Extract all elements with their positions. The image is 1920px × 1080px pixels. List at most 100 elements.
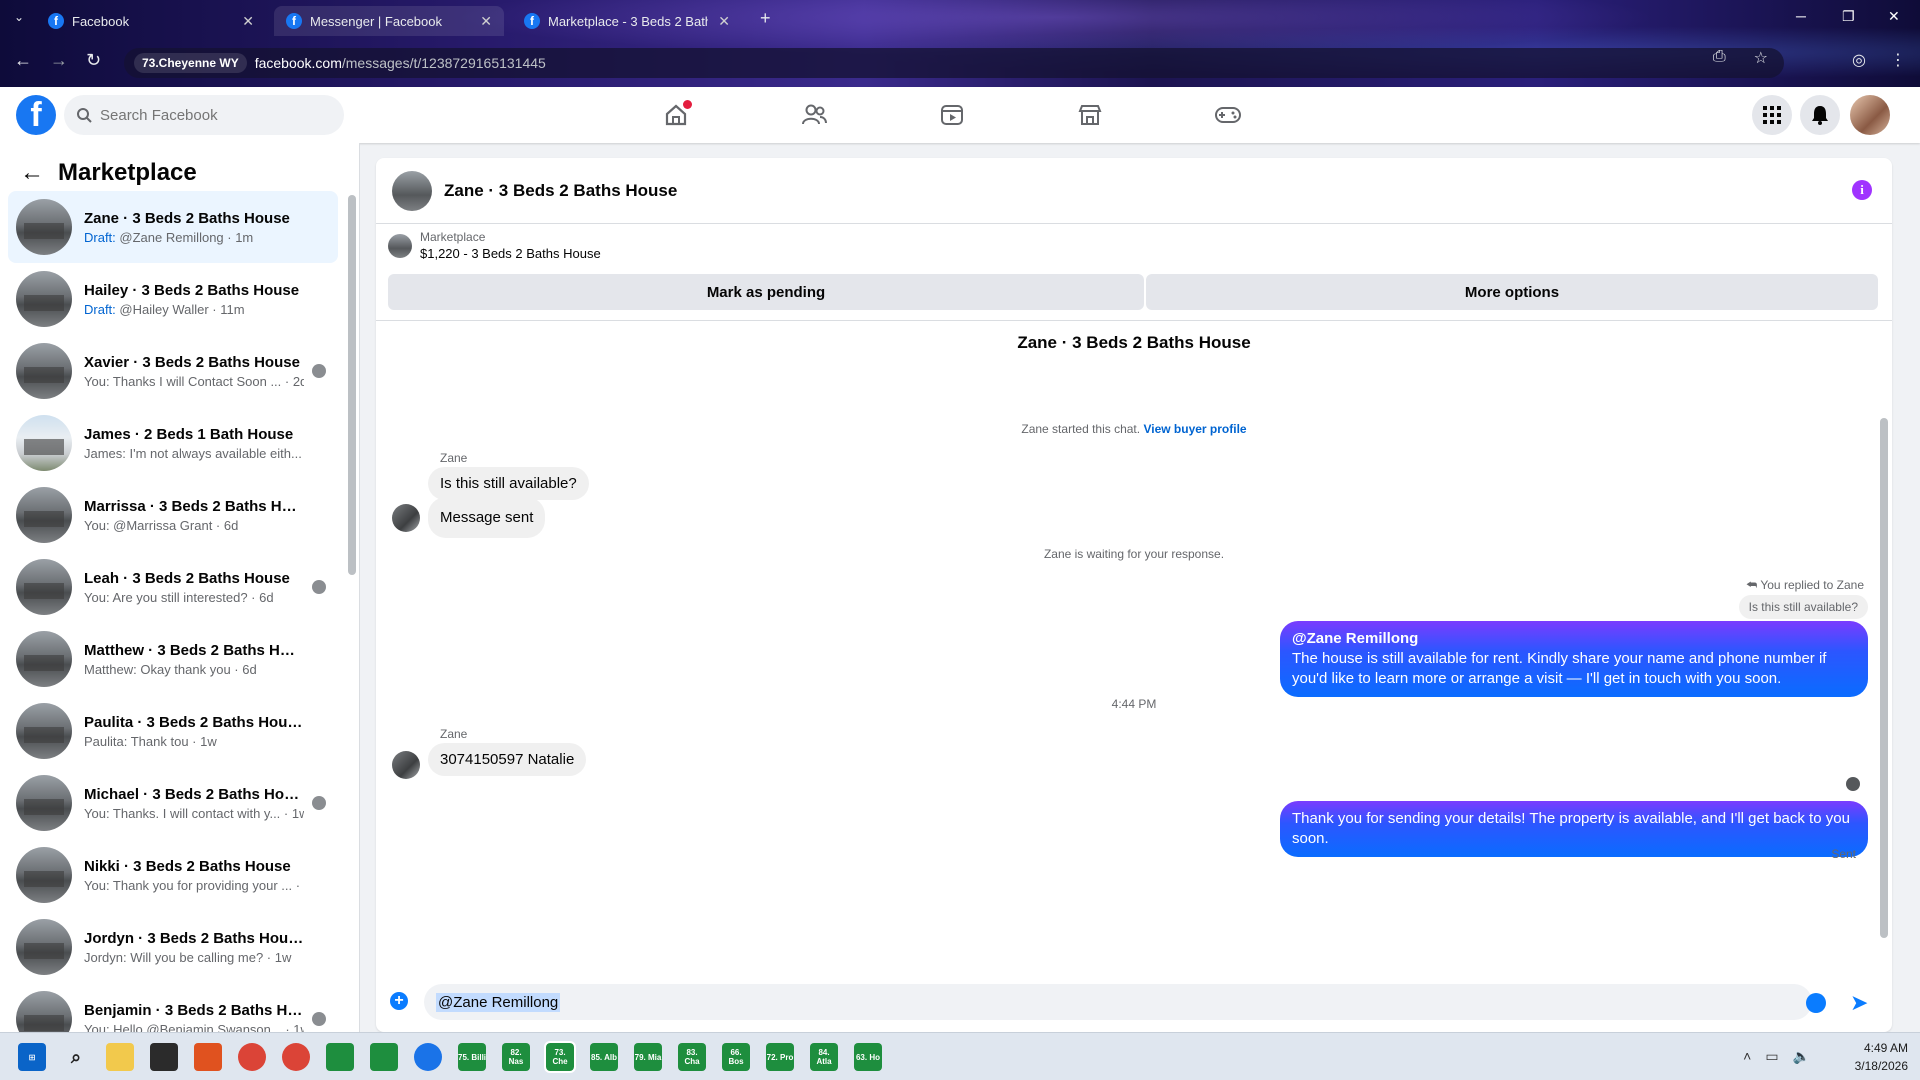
listing-summary[interactable]: Marketplace $1,220 - 3 Beds 2 Baths Hous… — [388, 230, 601, 261]
message-input[interactable]: @Zane Remillong — [424, 984, 1812, 1020]
address-bar[interactable]: 73.Cheyenne WY facebook.com/messages/t/1… — [124, 48, 1784, 78]
tab-messenger[interactable]: f Messenger | Facebook ✕ — [274, 6, 504, 36]
mention[interactable]: @Zane Remillong — [1292, 629, 1856, 649]
back-arrow-icon[interactable]: ← — [20, 159, 44, 187]
outgoing-message[interactable]: @Zane Remillong The house is still avail… — [1280, 621, 1868, 697]
restore-icon[interactable]: ❐ — [1842, 8, 1855, 25]
back-icon[interactable]: ← — [14, 50, 32, 71]
start-icon[interactable]: ⊞ — [18, 1043, 46, 1071]
conversation-item[interactable]: Leah · 3 Beds 2 Baths House You: Are you… — [8, 551, 338, 623]
brave-browser-icon[interactable] — [194, 1043, 222, 1071]
conversation-item[interactable]: James · 2 Beds 1 Bath House James: I'm n… — [8, 407, 338, 479]
tab-facebook[interactable]: f Facebook ✕ — [36, 6, 266, 36]
incoming-message[interactable]: 3074150597 Natalie — [428, 743, 587, 776]
message-thread: Zane · 3 Beds 2 Baths House Zane started… — [376, 320, 1892, 956]
tab-label: Messenger | Facebook — [310, 13, 442, 29]
conversation-preview: Draft: @Hailey Waller · 11m — [84, 302, 304, 317]
sidebar-scrollbar[interactable] — [348, 195, 356, 575]
conversation-item[interactable]: Nikki · 3 Beds 2 Baths House You: Thank … — [8, 839, 338, 911]
marketplace-nav-icon[interactable] — [1050, 87, 1130, 143]
network-icon[interactable]: ▭ — [1765, 1048, 1778, 1065]
file-explorer-icon[interactable] — [106, 1043, 134, 1071]
quoted-message[interactable]: Is this still available? — [1738, 595, 1868, 619]
conversation-item[interactable]: Paulita · 3 Beds 2 Baths House Paulita: … — [8, 695, 338, 767]
taskbar-app[interactable]: 79. Mia — [634, 1043, 662, 1071]
chevron-up-icon[interactable]: ˄ — [1743, 1048, 1751, 1065]
incoming-message[interactable]: Message sent — [428, 497, 546, 538]
send-icon[interactable]: ➤ — [1850, 990, 1868, 1016]
location-chip[interactable]: 73.Cheyenne WY — [134, 53, 247, 73]
minimize-icon[interactable]: ─ — [1796, 8, 1806, 24]
sheets-icon[interactable] — [326, 1043, 354, 1071]
volume-icon[interactable]: 🔈 — [1793, 1048, 1810, 1065]
taskbar-app[interactable]: 84. Atla — [810, 1043, 838, 1071]
gaming-nav-icon[interactable] — [1188, 87, 1268, 143]
bookmark-star-icon[interactable]: ☆ — [1754, 48, 1768, 68]
taskbar-app[interactable]: 75. Billi — [458, 1043, 486, 1071]
info-icon[interactable]: i — [1852, 180, 1872, 200]
chat-listing-thumbnail[interactable] — [392, 170, 432, 211]
outgoing-message[interactable]: Thank you for sending your details! The … — [1280, 801, 1868, 857]
taskbar-app[interactable]: 66. Bos — [722, 1043, 750, 1071]
taskbar-app[interactable]: 63. Ho — [854, 1043, 882, 1071]
chat-title[interactable]: Zane · 3 Beds 2 Baths House — [444, 181, 677, 201]
incoming-message[interactable]: Is this still available? — [428, 467, 589, 500]
emoji-icon[interactable] — [1806, 993, 1826, 1013]
reload-icon[interactable]: ↻ — [86, 50, 101, 71]
account-avatar[interactable] — [1850, 95, 1890, 135]
conversation-item[interactable]: Hailey · 3 Beds 2 Baths House Draft: @Ha… — [8, 263, 338, 335]
notifications-bell-icon[interactable] — [1800, 95, 1840, 135]
listing-thumbnail — [16, 919, 72, 975]
conversation-name: Hailey · 3 Beds 2 Baths House — [84, 281, 300, 299]
more-options-button[interactable]: More options — [1146, 274, 1878, 310]
taskbar-app[interactable]: 83. Cha — [678, 1043, 706, 1071]
conversation-item[interactable]: Marrissa · 3 Beds 2 Baths House You: @Ma… — [8, 479, 338, 551]
forward-icon[interactable]: → — [50, 50, 68, 71]
chrome-profile-icon[interactable] — [282, 1043, 310, 1071]
facebook-search[interactable] — [64, 95, 344, 135]
browser-menu-icon[interactable]: ⋮ — [1890, 50, 1906, 70]
conversation-item[interactable]: Matthew · 3 Beds 2 Baths House Matthew: … — [8, 623, 338, 695]
close-tab-icon[interactable]: ✕ — [718, 13, 730, 30]
plus-icon[interactable]: + — [390, 992, 408, 1010]
conversation-item[interactable]: Jordyn · 3 Beds 2 Baths House Jordyn: Wi… — [8, 911, 338, 983]
install-app-icon[interactable]: ⎙ — [1713, 48, 1726, 68]
home-nav-icon[interactable] — [636, 87, 716, 143]
profile-icon[interactable]: ◎ — [1852, 50, 1866, 70]
video-nav-icon[interactable] — [912, 87, 992, 143]
conversation-name: Leah · 3 Beds 2 Baths House — [84, 569, 290, 587]
friends-nav-icon[interactable] — [774, 87, 854, 143]
tab-search-icon[interactable]: ⌄ — [14, 10, 24, 24]
listing-thumbnail — [16, 847, 72, 903]
outgoing-message-text: The house is still available for rent. K… — [1292, 650, 1827, 687]
thread-scrollbar[interactable] — [1880, 418, 1888, 938]
tab-marketplace[interactable]: f Marketplace - 3 Beds 2 Baths H ✕ — [512, 6, 742, 36]
close-tab-icon[interactable]: ✕ — [242, 13, 254, 30]
view-buyer-profile-link[interactable]: View buyer profile — [1143, 422, 1246, 436]
taskbar-app-active[interactable]: 73. Che — [544, 1041, 576, 1073]
search-input[interactable] — [100, 106, 320, 124]
conversation-item[interactable]: Xavier · 3 Beds 2 Baths House You: Thank… — [8, 335, 338, 407]
taskbar-app[interactable]: 85. Alb — [590, 1043, 618, 1071]
mark-pending-button[interactable]: Mark as pending — [388, 274, 1144, 310]
menu-grid-icon[interactable] — [1752, 95, 1792, 135]
message-input-value[interactable]: @Zane Remillong — [436, 992, 561, 1012]
sender-avatar[interactable] — [392, 751, 420, 779]
conversation-item[interactable]: Michael · 3 Beds 2 Baths House You: Than… — [8, 767, 338, 839]
new-tab-icon[interactable]: + — [760, 8, 771, 29]
conversation-item[interactable]: Zane · 3 Beds 2 Baths House Draft: @Zane… — [8, 191, 338, 263]
app-icon[interactable] — [150, 1043, 178, 1071]
app-icon[interactable] — [414, 1043, 442, 1071]
conversation-item[interactable]: Benjamin · 3 Beds 2 Baths Ho... You: Hel… — [8, 983, 338, 1032]
facebook-logo-icon[interactable]: f — [16, 95, 56, 135]
chrome-icon[interactable] — [238, 1043, 266, 1071]
clock[interactable]: 4:49 AM 3/18/2026 — [1855, 1039, 1908, 1075]
search-icon[interactable]: ⌕ — [62, 1043, 90, 1071]
sender-avatar[interactable] — [392, 504, 420, 532]
app-icon[interactable] — [370, 1043, 398, 1071]
taskbar-app[interactable]: 72. Pro — [766, 1043, 794, 1071]
close-window-icon[interactable]: ✕ — [1888, 8, 1900, 25]
taskbar-app[interactable]: 82. Nas — [502, 1043, 530, 1071]
conversation-preview: Draft: @Zane Remillong · 1m — [84, 230, 304, 245]
close-tab-icon[interactable]: ✕ — [480, 13, 492, 30]
